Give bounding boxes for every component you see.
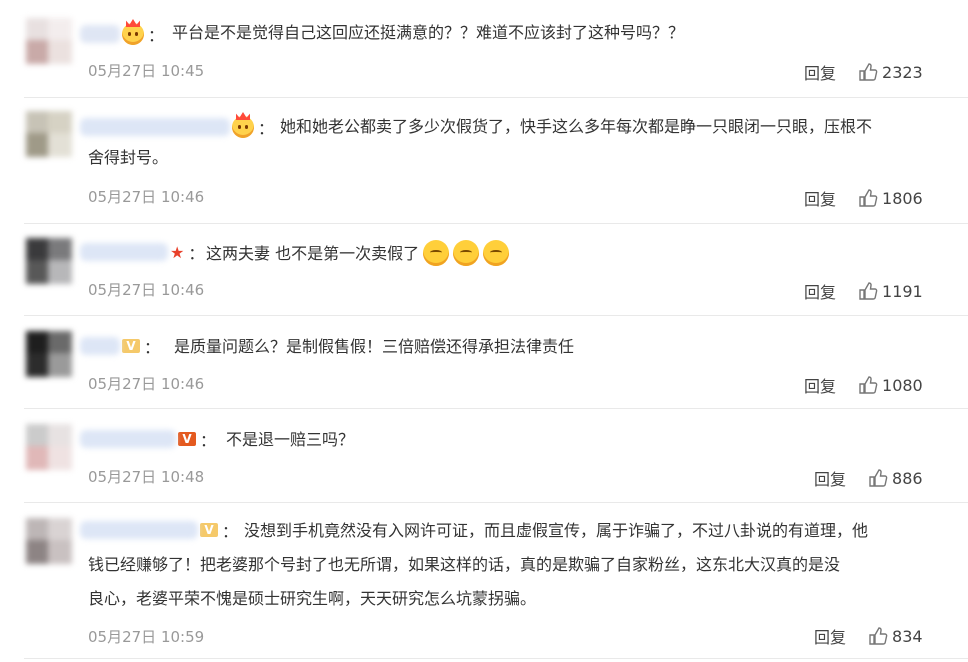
avatar[interactable]	[26, 238, 72, 284]
like-button[interactable]: 834	[868, 626, 923, 646]
reply-button[interactable]: 回复	[814, 624, 846, 648]
comment-text: 钱已经赚够了！把老婆那个号封了也无所谓，如果这样的话，真的是欺骗了自家粉丝，这东…	[88, 555, 841, 574]
v-badge-icon: V	[178, 432, 196, 446]
comment-time: 05月27日 10:46	[88, 281, 205, 299]
like-button[interactable]: 1191	[858, 281, 923, 301]
comment-text: 平台是不是觉得自己这回应还挺满意的？？难道不应该封了这种号吗？？	[172, 23, 685, 42]
username[interactable]: ★ ：	[80, 242, 204, 263]
comment-text: 良心，老婆平荣不愧是硕士研究生啊，天天研究怎么坑蒙拐骗。	[88, 589, 537, 608]
comment-actions: 回复 2323	[804, 60, 923, 84]
comment-time: 05月27日 10:59	[88, 628, 205, 646]
divider	[24, 315, 968, 316]
username[interactable]: V ：	[80, 336, 160, 357]
comment-text: 舍得封号。	[88, 148, 169, 167]
star-icon: ★	[170, 242, 185, 262]
avatar[interactable]	[26, 518, 72, 564]
comment-actions: 回复 1080	[804, 373, 923, 397]
username[interactable]: ：	[80, 23, 164, 45]
avatar[interactable]	[26, 331, 72, 377]
comment-time: 05月27日 10:46	[88, 188, 205, 206]
divider	[24, 223, 968, 224]
reply-button[interactable]: 回复	[814, 466, 846, 490]
thumbs-up-icon	[869, 627, 888, 645]
like-count: 1080	[882, 375, 923, 395]
reply-button[interactable]: 回复	[804, 186, 836, 210]
reply-button[interactable]: 回复	[804, 373, 836, 397]
like-count: 834	[892, 626, 923, 646]
comment-text: 不是退一赔三吗？	[226, 430, 355, 449]
username[interactable]: V ：	[80, 429, 216, 450]
comment-text: 是质量问题么？是制假售假！三倍赔偿还得承担法律责任	[174, 337, 575, 356]
like-count: 1191	[882, 281, 923, 301]
comment-actions: 回复 1806	[804, 186, 923, 210]
divider	[24, 502, 968, 503]
avatar[interactable]	[26, 424, 72, 470]
thumbs-up-icon	[859, 63, 878, 81]
thumbs-up-icon	[859, 282, 878, 300]
crown-icon	[122, 23, 144, 45]
reply-button[interactable]: 回复	[804, 279, 836, 303]
thumbs-up-icon	[859, 189, 878, 207]
crown-icon	[232, 116, 254, 138]
comment-time: 05月27日 10:45	[88, 62, 205, 80]
like-button[interactable]: 1806	[858, 188, 923, 208]
like-count: 1806	[882, 188, 923, 208]
thumbs-up-icon	[869, 469, 888, 487]
v-badge-icon: V	[122, 339, 140, 353]
avatar[interactable]	[26, 111, 72, 157]
thinking-emoji-icon	[483, 239, 510, 266]
like-button[interactable]: 1080	[858, 375, 923, 395]
reply-button[interactable]: 回复	[804, 60, 836, 84]
divider	[24, 97, 968, 98]
divider	[24, 408, 968, 409]
thinking-emoji-icon	[423, 239, 450, 266]
comment-text: 她和她老公都卖了多少次假货了，快手这么多年每次都是睁一只眼闭一只眼，压根不	[280, 117, 873, 136]
username[interactable]: ：	[80, 116, 274, 138]
like-button[interactable]: 2323	[858, 62, 923, 82]
avatar[interactable]	[26, 18, 72, 64]
like-button[interactable]: 886	[868, 468, 923, 488]
username[interactable]: V ：	[80, 520, 238, 541]
like-count: 886	[892, 468, 923, 488]
like-count: 2323	[882, 62, 923, 82]
comment-text: 没想到手机竟然没有入网许可证，而且虚假宣传，属于诈骗了，不过八卦说的有道理，他	[244, 521, 869, 540]
divider	[24, 658, 968, 659]
comment-time: 05月27日 10:48	[88, 468, 205, 486]
comment-actions: 回复 886	[814, 466, 923, 490]
thumbs-up-icon	[859, 376, 878, 394]
comment-actions: 回复 1191	[804, 279, 923, 303]
comment-list: ： 平台是不是觉得自己这回应还挺满意的？？难道不应该封了这种号吗？？ 05月27…	[0, 0, 968, 662]
comment-actions: 回复 834	[814, 624, 923, 648]
comment-time: 05月27日 10:46	[88, 375, 205, 393]
comment-text: 这两夫妻 也不是第一次卖假了	[206, 239, 510, 269]
thinking-emoji-icon	[453, 239, 480, 266]
v-badge-icon: V	[200, 523, 218, 537]
